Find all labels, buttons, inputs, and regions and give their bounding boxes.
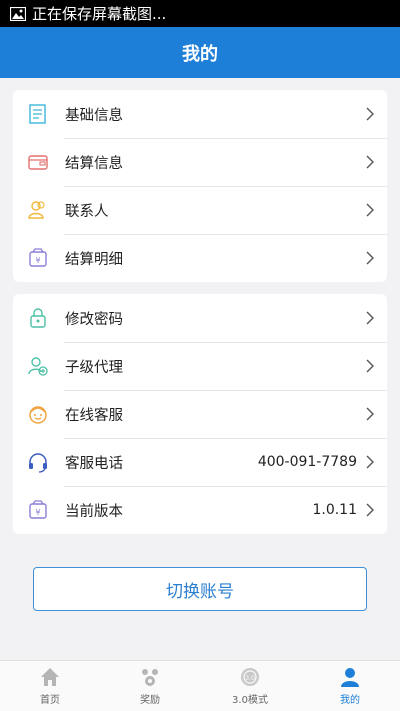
settings-card: 修改密码 子级代理 在线客服 客服电话 400-091-7789 ¥ 当前版本 … — [13, 294, 387, 534]
image-icon — [10, 6, 26, 21]
menu-item-online-service[interactable]: 在线客服 — [13, 390, 387, 438]
menu-item-label: 子级代理 — [65, 359, 123, 376]
version-number: 1.0.11 — [312, 502, 357, 518]
menu-item-label: 当前版本 — [65, 503, 123, 520]
menu-item-label: 结算明细 — [65, 251, 123, 268]
tab-label: 3.0模式 — [232, 695, 268, 706]
customer-service-icon — [27, 403, 49, 425]
menu-item-change-password[interactable]: 修改密码 — [13, 294, 387, 342]
contacts-icon — [27, 199, 49, 221]
yuan-wallet-icon: ¥ — [27, 247, 49, 269]
menu-item-label: 客服电话 — [65, 455, 123, 472]
headset-icon — [27, 451, 49, 473]
menu-item-current-version[interactable]: ¥ 当前版本 1.0.11 — [13, 486, 387, 534]
menu-item-settlement-details[interactable]: ¥ 结算明细 — [13, 234, 387, 282]
menu-item-contacts[interactable]: 联系人 — [13, 186, 387, 234]
tab-mode-3[interactable]: 3.0 3.0模式 — [200, 661, 300, 711]
tab-label: 我的 — [340, 695, 360, 706]
menu-item-label: 结算信息 — [65, 155, 123, 172]
yuan-wallet-icon: ¥ — [27, 499, 49, 521]
chevron-right-icon — [366, 251, 374, 265]
svg-text:3.0: 3.0 — [245, 675, 255, 682]
page-title: 我的 — [182, 43, 218, 65]
menu-item-sub-agent[interactable]: 子级代理 — [13, 342, 387, 390]
add-user-icon — [27, 355, 49, 377]
bottom-tab-bar: 首页 奖励 3.0 3.0模式 我的 — [0, 660, 400, 711]
menu-item-label: 联系人 — [65, 203, 109, 220]
tab-label: 首页 — [40, 695, 60, 706]
service-phone-number: 400-091-7789 — [257, 454, 357, 470]
menu-item-label: 修改密码 — [65, 311, 123, 328]
rewards-icon — [142, 669, 158, 686]
document-icon — [27, 103, 49, 125]
chevron-right-icon — [366, 503, 374, 517]
mode-badge-icon: 3.0 — [241, 668, 259, 686]
menu-item-service-phone[interactable]: 客服电话 400-091-7789 — [13, 438, 387, 486]
chevron-right-icon — [366, 107, 374, 121]
svg-text:¥: ¥ — [35, 256, 40, 265]
tab-home[interactable]: 首页 — [0, 661, 100, 711]
home-icon — [41, 668, 59, 686]
tab-label: 奖励 — [140, 695, 160, 706]
tab-mine[interactable]: 我的 — [300, 661, 400, 711]
menu-item-label: 在线客服 — [65, 407, 123, 424]
wallet-icon — [27, 151, 49, 173]
tab-rewards[interactable]: 奖励 — [100, 661, 200, 711]
status-bar: 正在保存屏幕截图... — [0, 0, 400, 27]
user-icon — [341, 668, 359, 687]
app-header: 我的 — [0, 27, 400, 78]
menu-item-settlement-info[interactable]: 结算信息 — [13, 138, 387, 186]
svg-text:¥: ¥ — [35, 508, 40, 517]
status-text: 正在保存屏幕截图... — [32, 5, 167, 23]
account-info-card: 基础信息 结算信息 联系人 ¥ 结算明细 — [13, 90, 387, 282]
chevron-right-icon — [366, 203, 374, 217]
lock-icon — [27, 307, 49, 329]
switch-account-button[interactable]: 切换账号 — [33, 567, 367, 611]
chevron-right-icon — [366, 155, 374, 169]
menu-item-label: 基础信息 — [65, 107, 123, 124]
chevron-right-icon — [366, 359, 374, 373]
chevron-right-icon — [366, 311, 374, 325]
menu-item-basic-info[interactable]: 基础信息 — [13, 90, 387, 138]
chevron-right-icon — [366, 455, 374, 469]
chevron-right-icon — [366, 407, 374, 421]
